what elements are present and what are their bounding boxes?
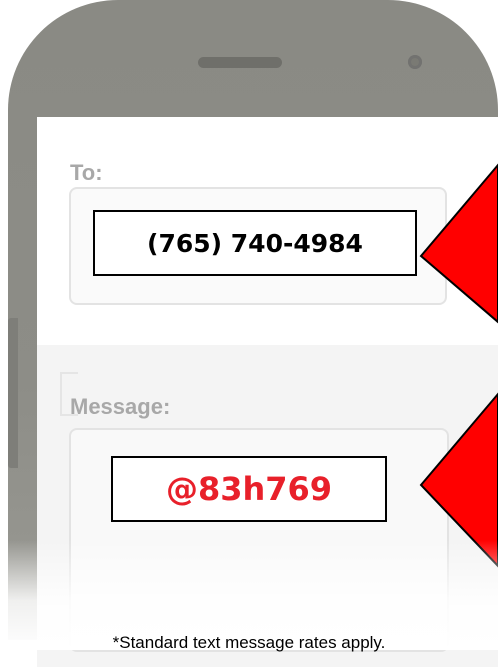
phone-side-button	[8, 318, 18, 468]
to-label: To:	[70, 160, 103, 185]
message-code-callout: @83h769	[111, 456, 387, 522]
front-camera-icon	[408, 55, 422, 69]
message-label: Message:	[70, 394, 171, 419]
phone-number-callout: (765) 740-4984	[93, 210, 417, 276]
speaker-grille-icon	[198, 57, 282, 68]
rates-disclaimer: *Standard text message rates apply.	[112, 633, 386, 652]
text-cursor-marker	[60, 372, 78, 416]
